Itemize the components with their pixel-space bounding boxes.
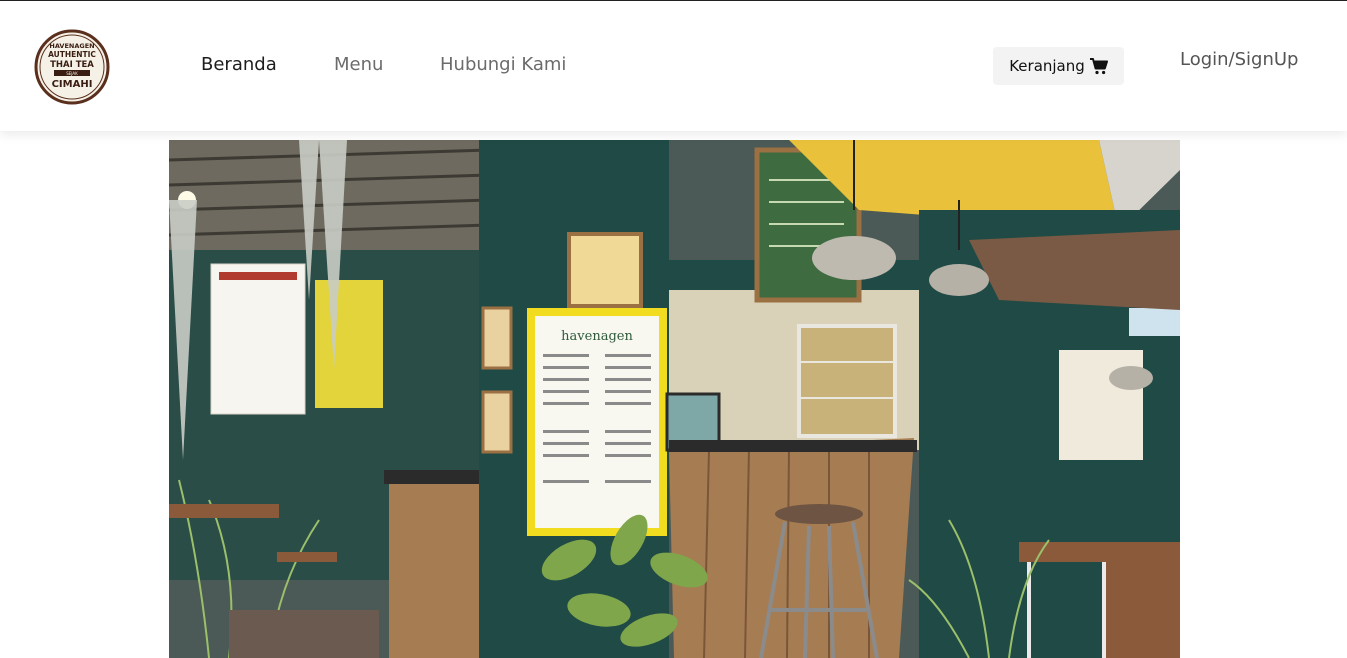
logo-text-line2: AUTHENTIC bbox=[48, 50, 96, 59]
logo-text-line3: THAI TEA bbox=[50, 60, 94, 70]
logo-text-line5: CIMAHI bbox=[52, 79, 93, 90]
brand-logo[interactable]: HAVENAGEN AUTHENTIC THAI TEA SEJAK CIMAH… bbox=[34, 29, 110, 105]
logo-text-line1: HAVENAGEN bbox=[49, 42, 94, 50]
login-signup-link[interactable]: Login/SignUp bbox=[1180, 49, 1299, 70]
navbar: HAVENAGEN AUTHENTIC THAI TEA SEJAK CIMAH… bbox=[0, 1, 1347, 131]
nav-link-hubungi-kami[interactable]: Hubungi Kami bbox=[440, 54, 566, 75]
cart-button[interactable]: Keranjang bbox=[993, 47, 1124, 85]
logo-text-line4: SEJAK bbox=[66, 71, 78, 76]
nav-link-menu[interactable]: Menu bbox=[334, 54, 383, 75]
hero-storefront-image: havenagen bbox=[169, 140, 1180, 658]
cart-icon bbox=[1089, 57, 1108, 74]
nav-link-beranda[interactable]: Beranda bbox=[201, 54, 277, 75]
hero-sign-text: havenagen bbox=[561, 329, 633, 344]
cart-label: Keranjang bbox=[1009, 57, 1085, 75]
